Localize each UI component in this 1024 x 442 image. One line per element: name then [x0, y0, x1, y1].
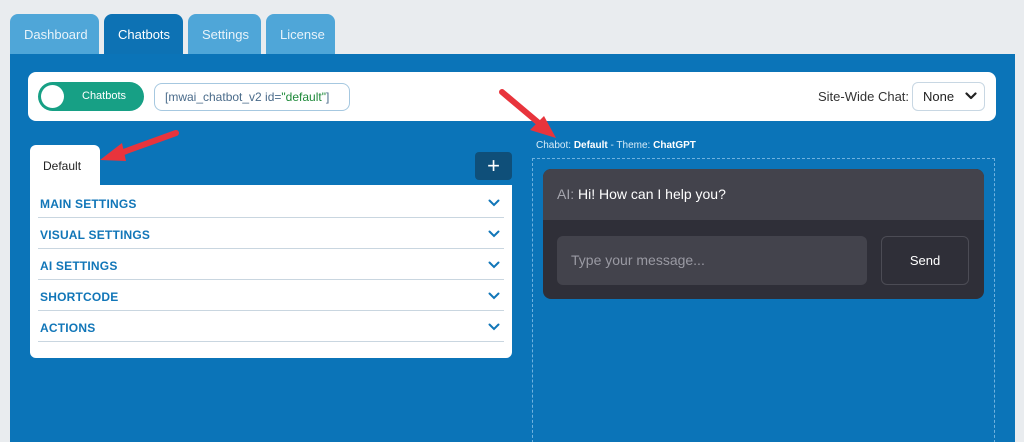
chevron-down-icon: [965, 92, 977, 100]
red-arrow-icon: [499, 89, 556, 138]
accordion-ai-settings[interactable]: AI SETTINGS: [38, 249, 504, 280]
ai-tag: AI:: [557, 186, 575, 202]
tab-settings[interactable]: Settings: [188, 14, 261, 54]
accordion-actions[interactable]: ACTIONS: [38, 311, 504, 342]
sitewide-chat-value: None: [923, 89, 955, 104]
chatbot-settings-accordion: MAIN SETTINGS VISUAL SETTINGS AI SETTING…: [30, 185, 512, 358]
chevron-down-icon: [488, 230, 500, 238]
toggle-knob: [41, 85, 64, 108]
shortcode-id-value: "default": [281, 90, 326, 104]
main-tabs: Dashboard Chatbots Settings License: [10, 14, 340, 54]
preview-theme-prefix: - Theme:: [607, 140, 654, 151]
chevron-down-icon: [488, 261, 500, 269]
preview-bot-name: Default: [573, 140, 608, 151]
chat-message-input[interactable]: Type your message...: [557, 236, 867, 285]
chevron-down-icon: [488, 292, 500, 300]
accordion-label: ACTIONS: [40, 321, 96, 335]
accordion-label: VISUAL SETTINGS: [40, 228, 151, 242]
accordion-label: MAIN SETTINGS: [40, 197, 137, 211]
chat-widget: AI: Hi! How can I help you? Type your me…: [543, 169, 984, 299]
sitewide-chat-label: Site-Wide Chat:: [818, 89, 910, 104]
chatbot-preview-area: AI: Hi! How can I help you? Type your me…: [532, 158, 995, 442]
chatbot-tab-default[interactable]: Default: [30, 145, 100, 185]
preview-theme-name: ChatGPT: [653, 140, 696, 151]
add-chatbot-button[interactable]: +: [475, 152, 512, 180]
shortcode-display[interactable]: [mwai_chatbot_v2 id="default"]: [154, 83, 350, 111]
shortcode-prefix: [mwai_chatbot_v2 id=: [165, 90, 282, 104]
sitewide-chat-select[interactable]: None: [912, 82, 985, 111]
tab-dashboard[interactable]: Dashboard: [10, 14, 99, 54]
toggle-label: Chatbots: [82, 90, 127, 102]
accordion-label: SHORTCODE: [40, 290, 119, 304]
chevron-down-icon: [488, 323, 500, 331]
chat-message-ai: AI: Hi! How can I help you?: [543, 169, 984, 220]
accordion-shortcode[interactable]: SHORTCODE: [38, 280, 504, 311]
tab-license[interactable]: License: [266, 14, 335, 54]
red-arrow-icon: [100, 130, 179, 161]
shortcode-suffix: ]: [325, 90, 330, 104]
accordion-main-settings[interactable]: MAIN SETTINGS: [38, 187, 504, 218]
tab-chatbots[interactable]: Chatbots: [104, 14, 183, 54]
accordion-visual-settings[interactable]: VISUAL SETTINGS: [38, 218, 504, 249]
accordion-label: AI SETTINGS: [40, 259, 118, 273]
chatbots-toggle[interactable]: Chatbots: [38, 82, 144, 111]
chevron-down-icon: [488, 199, 500, 207]
ai-greeting: Hi! How can I help you?: [574, 186, 726, 202]
send-button[interactable]: Send: [881, 236, 969, 285]
